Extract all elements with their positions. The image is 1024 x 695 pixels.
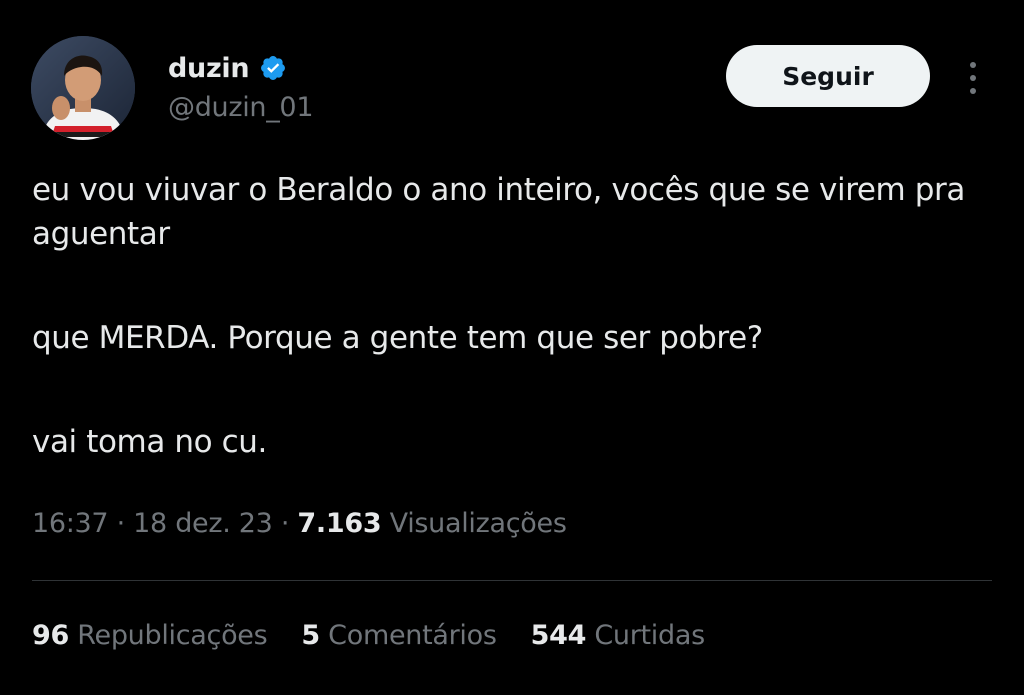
comments-count: 5 [301,620,320,651]
comments-stat[interactable]: 5 Comentários [301,620,497,651]
likes-label: Curtidas [594,620,705,651]
avatar[interactable] [31,36,135,140]
more-options-icon[interactable] [958,58,988,98]
tweet-date[interactable]: 18 dez. 23 [133,508,273,539]
dot [970,62,976,68]
name-row: duzin [168,50,313,86]
dot [970,75,976,81]
likes-count: 544 [530,620,587,651]
comments-label: Comentários [328,620,497,651]
views-label: Visualizações [389,508,567,539]
follow-button[interactable]: Seguir [726,45,930,107]
reposts-stat[interactable]: 96 Republicações [32,620,268,651]
tweet-paragraph-3: vai toma no cu. [32,424,267,460]
dot [970,88,976,94]
user-handle[interactable]: @duzin_01 [168,92,314,123]
views-count: 7.163 [297,508,382,539]
author-info: duzin @duzin_01 [168,50,314,124]
reposts-count: 96 [32,620,69,651]
meta-separator: · [108,508,134,539]
meta-separator: · [272,508,298,539]
tweet-meta: 16:37 · 18 dez. 23 · 7.163 Visualizações [32,508,567,539]
divider [32,580,992,581]
tweet-text: eu vou viuvar o Beraldo o ano inteiro, v… [32,168,972,464]
tweet-detail: duzin @duzin_01 Seguir eu vou viuvar o B… [0,0,1024,695]
avatar-photo [31,36,135,140]
verified-badge-icon [259,54,287,82]
tweet-paragraph-1: eu vou viuvar o Beraldo o ano inteiro, v… [32,172,965,252]
likes-stat[interactable]: 544 Curtidas [530,620,706,651]
tweet-time[interactable]: 16:37 [32,508,109,539]
tweet-paragraph-2: que MERDA. Porque a gente tem que ser po… [32,320,763,356]
display-name[interactable]: duzin [168,53,250,84]
reposts-label: Republicações [77,620,268,651]
engagement-stats: 96 Republicações 5 Comentários 544 Curti… [32,620,705,651]
